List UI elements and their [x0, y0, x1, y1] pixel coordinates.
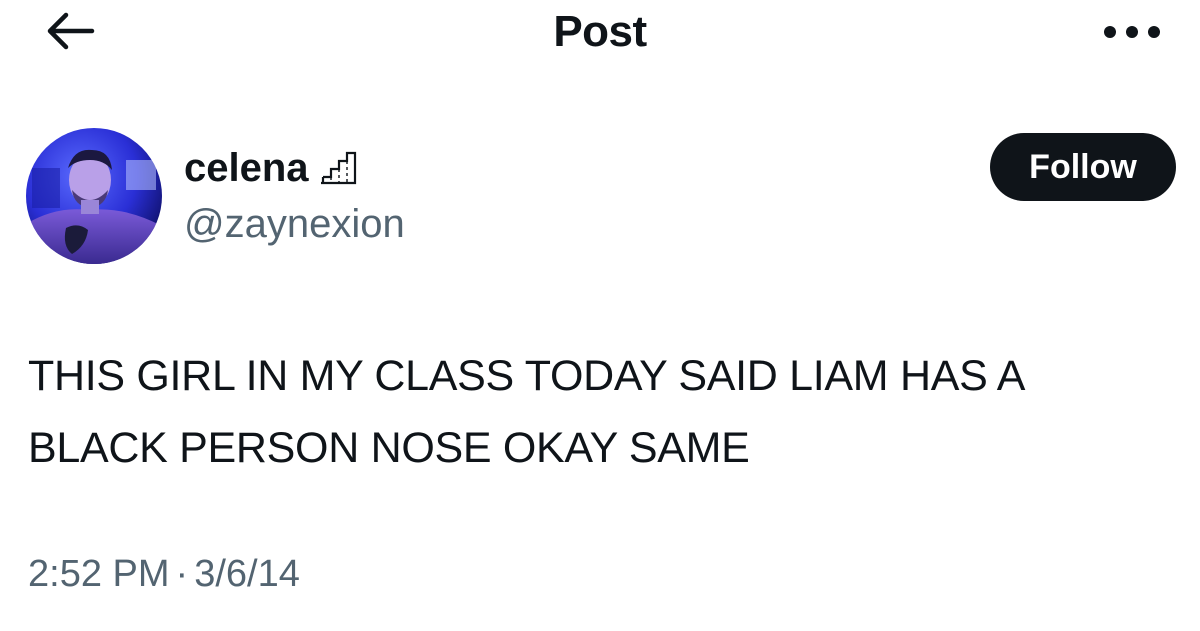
- follow-button[interactable]: Follow: [990, 133, 1176, 201]
- post-date[interactable]: 3/6/14: [194, 550, 300, 598]
- post-time[interactable]: 2:52 PM: [28, 550, 170, 598]
- page-title: Post: [553, 7, 647, 56]
- avatar[interactable]: [26, 128, 162, 264]
- more-horizontal-icon: [1104, 26, 1160, 38]
- avatar-photo: [26, 128, 162, 264]
- timestamp-separator: ·: [175, 553, 189, 595]
- author-row: celena @zaynexion Follow: [0, 120, 1200, 270]
- more-options-button[interactable]: [1092, 14, 1172, 50]
- post-text: THIS GIRL IN MY CLASS TODAY SAID LIAM HA…: [28, 340, 1188, 484]
- stairs-icon: [317, 147, 359, 189]
- top-bar: Post: [0, 0, 1200, 66]
- display-name: celena: [184, 146, 309, 190]
- display-name-link[interactable]: celena: [184, 144, 359, 192]
- post-timestamp: 2:52 PM · 3/6/14: [28, 550, 300, 598]
- user-handle[interactable]: @zaynexion: [184, 200, 405, 248]
- post-text-line: THIS GIRL IN MY CLASS TODAY SAID LIAM HA…: [28, 352, 1026, 400]
- post-text-line: BLACK PERSON NOSE OKAY SAME: [28, 424, 750, 472]
